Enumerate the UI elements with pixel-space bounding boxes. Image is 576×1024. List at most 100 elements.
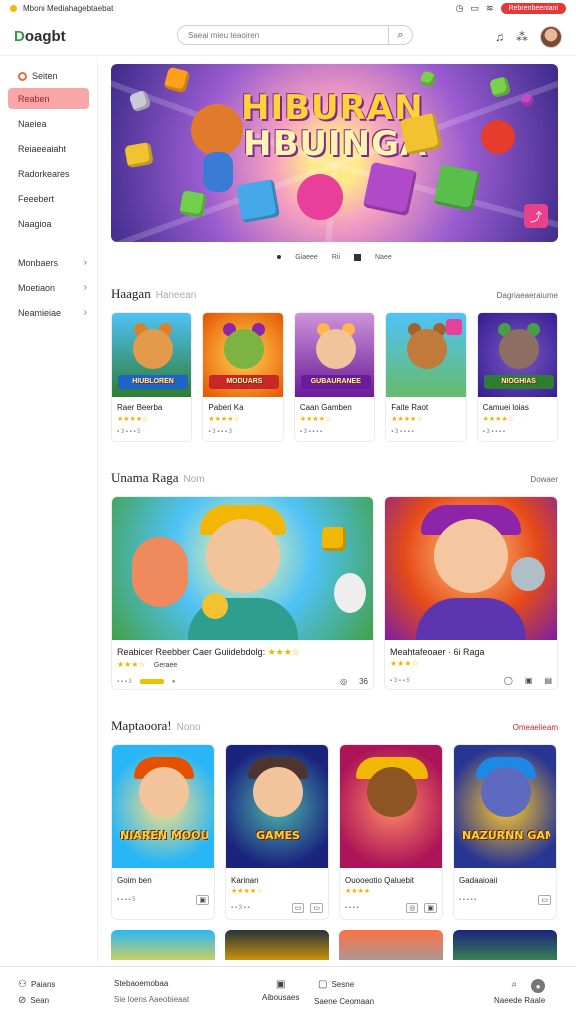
bottom-item-scan[interactable]: ⊘ Sean	[18, 995, 49, 1006]
bottom-item-label: Sesne	[331, 980, 355, 989]
count-label: 36	[359, 677, 368, 686]
avatar[interactable]	[540, 25, 562, 48]
game-card[interactable]: MODUARS Paberi Ka ★★★★☆ ▪ 3 ▪ ▪ ▪ 3	[202, 312, 284, 442]
featured-card[interactable]: Meahtafeoaer · 6i Raga ★★★☆ ▪ 3 ▪ ▪ 5 ◯ …	[384, 496, 558, 690]
featured-thumbnail	[112, 497, 373, 640]
cat-character-icon	[334, 573, 366, 613]
game-logo-text: GUBAURANEE	[300, 375, 371, 389]
game-card[interactable]: NAZURNN GAME Gadaaioaii ▪ ▪ ▪ ▪ ▪ ▭	[453, 744, 557, 920]
game-card[interactable]: NIOGHIAS Camuei loias ★★★★☆ ▪ 3 ▪ ▪ ▪ ▪	[476, 312, 559, 442]
sidebar-group-moetiaon[interactable]: Moetiaon ›	[0, 275, 97, 300]
bottom-item-players[interactable]: ⚇ Paians	[18, 979, 55, 990]
game-card[interactable]: GUBAURANEE Caan Gamben ★★★★☆ ▪ 3 ▪ ▪ ▪ ▪	[293, 312, 376, 442]
featured-row: Reabicer Reebber Caer Guiidebdolg: ★★★☆ …	[111, 496, 558, 690]
rating-stars: ★★★☆	[267, 647, 300, 657]
game-row-peek	[111, 930, 558, 960]
players-icon: ⚇	[18, 979, 27, 990]
game-card[interactable]: NIAREN MOOURA Goim ben ▪ ▪ ▪ ▪ 5 ▣	[111, 744, 215, 920]
section-more-link[interactable]: Dagriaeaeraiume	[497, 291, 558, 300]
pagination-dot-icon[interactable]	[277, 255, 282, 259]
boy-character-icon	[205, 519, 280, 593]
target-icon[interactable]: ◎	[340, 677, 347, 686]
bottom-bar: ⚇ Paians ⊘ Sean Stebaoemobaa Sie loens A…	[0, 966, 576, 1024]
hero-banner[interactable]: HIBURAN HBUINGA ⤴	[111, 64, 558, 242]
rating-stars: ★★★★☆	[391, 416, 423, 423]
game-thumbnail-peek[interactable]	[111, 930, 215, 960]
game-name: Camuei loias	[482, 403, 529, 412]
rating-stars: ★★★☆	[390, 659, 419, 668]
fox-body-icon	[203, 152, 233, 192]
profile-icon[interactable]: ●	[531, 979, 546, 993]
app-logo[interactable]: Doagbt	[14, 28, 66, 45]
game-thumbnail: MODUARS	[203, 313, 283, 397]
save-icon[interactable]: ▣	[525, 676, 533, 685]
search-input[interactable]	[188, 30, 378, 40]
badge-icon	[446, 319, 463, 335]
bottom-item-label: Paians	[30, 980, 56, 989]
bell-icon[interactable]: ♫	[495, 30, 504, 44]
game-meta: ▪ ▪ 3 ▪ ▪ ▭ ▭	[226, 895, 328, 913]
section-more-link[interactable]: Omeaelieam	[513, 723, 558, 732]
bottom-item-search[interactable]: ⌕ ● Naeede Raale	[494, 979, 546, 1005]
game-card[interactable]: Faite Raot ★★★★☆ ▪ 3 ▪ ▪ ▪ ▪	[385, 312, 467, 442]
bottom-item-briefcase[interactable]: ▣ Aibousaes	[262, 979, 299, 1002]
share-icon[interactable]: ⤴	[524, 204, 548, 228]
save-icon[interactable]: ▣	[196, 895, 209, 905]
monster-character-icon	[367, 767, 417, 817]
bottom-item-sublabel: Saene Ceomaan	[314, 997, 375, 1006]
game-thumbnail: GUBAURANEE	[294, 313, 375, 397]
save-icon[interactable]: ▣	[424, 903, 437, 913]
card-icon[interactable]: ▭	[310, 903, 323, 913]
game-card[interactable]: GAMES Karinan ★★★★☆ ▪ ▪ 3 ▪ ▪ ▭ ▭	[225, 744, 329, 920]
target-icon[interactable]: ◎	[406, 903, 419, 913]
sidebar-item-naagioa[interactable]: Naagioa	[0, 211, 97, 236]
section-more-link[interactable]: Dowaer	[530, 475, 558, 484]
search-icon[interactable]: ⌕	[388, 26, 412, 44]
sidebar-item-naeiea[interactable]: Naeiea	[0, 111, 97, 136]
sidebar-item-radorkeares[interactable]: Radorkeares	[0, 161, 97, 186]
card-icon[interactable]: ▭	[538, 895, 551, 905]
sidebar-item-reiaeeaiaht[interactable]: Reiaeeaiaht	[0, 136, 97, 161]
record-button[interactable]: Rebrenbeeniani	[500, 2, 566, 14]
game-thumbnail-peek[interactable]	[453, 930, 557, 960]
progress-bar	[139, 679, 164, 684]
comment-icon[interactable]: ◯	[504, 676, 513, 685]
game-logo-text: MODUARS	[209, 375, 280, 389]
sidebar-item-label: Reiaeeaiaht	[18, 143, 67, 154]
sidebar-header[interactable]: Seiten	[0, 66, 97, 86]
search-box[interactable]: ⌕	[177, 25, 413, 45]
stop-icon[interactable]	[354, 253, 361, 261]
monster-character-icon	[224, 329, 265, 369]
featured-card[interactable]: Reabicer Reebber Caer Guiidebdolg: ★★★☆ …	[111, 496, 374, 690]
hero-nav-item-2[interactable]: Rii	[332, 254, 340, 261]
hero-nav-item-3[interactable]: Naee	[375, 254, 392, 261]
game-meta: ▪ 3 ▪ ▪ ▪ ▪	[391, 429, 414, 435]
scan-icon: ⊘	[18, 995, 27, 1006]
sidebar-group-monbaers[interactable]: Monbaers ›	[0, 250, 97, 275]
list-icon[interactable]: ▤	[544, 676, 552, 685]
featured-actions: ◯ ▣ ▤	[504, 676, 552, 685]
game-thumbnail-peek[interactable]	[225, 930, 329, 960]
featured-title-text: Reabicer Reebber Caer Guiidebdolg:	[117, 647, 266, 657]
rating-stars: ★★★★☆	[482, 416, 515, 423]
app-header: Doagbt ⌕ ♫ ⁂	[0, 18, 576, 56]
game-card[interactable]: HIUBLOREN Raer Beerba ★★★★☆ ▪ 3 ▪ ▪ ▪ 5	[111, 312, 193, 442]
bottom-item-scene[interactable]: ▢ Sesne	[318, 979, 354, 990]
sidebar-item-reaben[interactable]: Reaben	[8, 88, 89, 109]
sidebar-group-neamieiae[interactable]: Neamieiae ›	[0, 300, 97, 325]
featured-thumbnail	[385, 497, 557, 640]
sidebar-item-feeebert[interactable]: Feeebert	[0, 186, 97, 211]
game-card[interactable]: Ouooeotio Qaluebit ★★★★ ▪ ▪ ▪ ▪ ◎ ▣	[339, 744, 443, 920]
sidebar-header-label: Seiten	[32, 71, 58, 81]
users-icon[interactable]: ⁂	[516, 30, 528, 44]
sidebar-item-label: Naagioa	[18, 218, 52, 229]
character-body	[416, 598, 526, 640]
face-cube-icon	[235, 178, 281, 224]
game-thumbnail-peek[interactable]	[339, 930, 443, 960]
featured-meta-text: ▪ 3 ▪ ▪ 5	[390, 677, 410, 684]
hero-nav-item-1[interactable]: Giaeee	[295, 254, 318, 261]
section-subtitle: Haneean	[155, 290, 197, 301]
card-icon[interactable]: ▭	[291, 903, 305, 913]
bottom-info-sublabel: Sie loens Aaeobieaat	[114, 995, 190, 1004]
search-icon[interactable]: ⌕	[512, 979, 518, 993]
